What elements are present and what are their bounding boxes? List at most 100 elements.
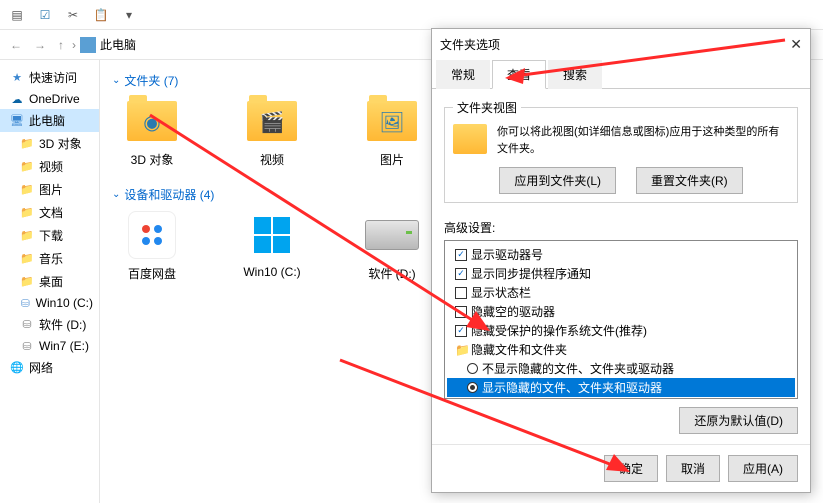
restore-defaults-button[interactable]: 还原为默认值(D) (679, 407, 798, 434)
sidebar-icon: ★ (10, 71, 24, 85)
sidebar-icon: 🖥 (10, 114, 24, 128)
folder-item-2[interactable]: 🖼图片 (352, 97, 432, 168)
folder-options-dialog: 文件夹选项 ✕ 常规查看搜索 文件夹视图 你可以将此视图(如详细信息或图标)应用… (431, 28, 811, 493)
tree-item-7[interactable]: 显示隐藏的文件、文件夹和驱动器 (447, 378, 795, 397)
tree-label: 显示隐藏的文件、文件夹和驱动器 (482, 379, 662, 396)
tree-label: 显示同步提供程序通知 (471, 265, 591, 282)
apply-to-folders-button[interactable]: 应用到文件夹(L) (499, 167, 616, 194)
tab-1[interactable]: 查看 (492, 60, 546, 89)
apply-button[interactable]: 应用(A) (728, 455, 798, 482)
item-label: 3D 对象 (131, 151, 174, 168)
checkbox-icon[interactable]: ✓ (455, 268, 467, 280)
sidebar-item-11[interactable]: ⛁ 软件 (D:) (0, 313, 99, 336)
sidebar-label: Win10 (C:) (36, 296, 93, 310)
dialog-titlebar: 文件夹选项 ✕ (432, 29, 810, 59)
tree-item-6[interactable]: 不显示隐藏的文件、文件夹或驱动器 (447, 359, 795, 378)
drive-icon (363, 211, 421, 259)
sidebar-label: 文档 (39, 204, 63, 221)
tree-label: 隐藏文件夹合并冲突 (471, 398, 579, 399)
tab-2[interactable]: 搜索 (548, 60, 602, 89)
windows-icon (243, 211, 301, 259)
item-label: 视频 (260, 151, 284, 168)
sidebar-label: 快速访问 (29, 69, 77, 86)
sidebar-item-2[interactable]: 🖥 此电脑 (0, 109, 99, 132)
sidebar-item-9[interactable]: 📁 桌面 (0, 270, 99, 293)
item-label: Win10 (C:) (243, 265, 300, 279)
item-label: 软件 (D:) (368, 265, 415, 282)
drive-item-1[interactable]: Win10 (C:) (232, 211, 312, 282)
folder-view-icon (453, 124, 487, 154)
tree-item-8[interactable]: 隐藏文件夹合并冲突 (447, 397, 795, 399)
sidebar-item-7[interactable]: 📁下载 (0, 224, 99, 247)
cancel-button[interactable]: 取消 (666, 455, 720, 482)
tree-item-3[interactable]: 隐藏空的驱动器 (447, 302, 795, 321)
sidebar-label: 软件 (D:) (39, 316, 86, 333)
tab-0[interactable]: 常规 (436, 60, 490, 89)
copy-icon[interactable]: ✂ (62, 4, 84, 26)
paste-icon[interactable]: 📋 (90, 4, 112, 26)
tree-item-4[interactable]: ✓ 隐藏受保护的操作系统文件(推荐) (447, 321, 795, 340)
sidebar-icon: 📁 (20, 183, 34, 197)
file-menu-icon[interactable]: ▤ (6, 4, 28, 26)
checkbox-icon[interactable] (455, 287, 467, 299)
sidebar-item-10[interactable]: ⛁ Win10 (C:) (0, 293, 99, 313)
folder-icon: 🎬 (253, 109, 291, 135)
addr-sep: › (72, 38, 76, 52)
folder-node-icon: 📁 (455, 343, 467, 357)
sidebar-item-0[interactable]: ★ 快速访问 (0, 66, 99, 89)
advanced-label: 高级设置: (444, 219, 798, 236)
checkbox-icon[interactable]: ✓ (455, 325, 467, 337)
ok-button[interactable]: 确定 (604, 455, 658, 482)
checkbox-icon[interactable] (455, 306, 467, 318)
sidebar-item-12[interactable]: ⛁Win7 (E:) (0, 336, 99, 356)
sidebar-icon: 📁 (20, 137, 34, 151)
tree-item-5[interactable]: 📁 隐藏文件和文件夹 (447, 340, 795, 359)
forward-icon[interactable]: → (30, 38, 50, 52)
sidebar-item-4[interactable]: 📁视频 (0, 155, 99, 178)
sidebar-label: 音乐 (39, 250, 63, 267)
props-icon[interactable]: ☑ (34, 4, 56, 26)
pc-icon (80, 37, 96, 53)
sidebar-icon: 🌐 (10, 361, 24, 375)
up-icon[interactable]: ↑ (54, 38, 68, 52)
sidebar-item-1[interactable]: ☁OneDrive (0, 89, 99, 109)
tree-item-1[interactable]: ✓ 显示同步提供程序通知 (447, 264, 795, 283)
sidebar-item-6[interactable]: 📁文档 (0, 201, 99, 224)
folder-item-1[interactable]: 🎬 视频 (232, 97, 312, 168)
sidebar-item-5[interactable]: 📁 图片 (0, 178, 99, 201)
sidebar-label: 此电脑 (29, 112, 65, 129)
tree-label: 隐藏文件和文件夹 (471, 341, 567, 358)
folder-item-0[interactable]: ◉3D 对象 (112, 97, 192, 168)
dialog-footer: 确定 取消 应用(A) (432, 444, 810, 492)
tree-label: 隐藏受保护的操作系统文件(推荐) (471, 322, 647, 339)
close-icon[interactable]: ✕ (790, 36, 802, 53)
checkbox-icon[interactable]: ✓ (455, 249, 467, 261)
sidebar-icon: ⛁ (20, 296, 31, 310)
radio-icon[interactable] (467, 382, 478, 393)
radio-icon[interactable] (467, 363, 478, 374)
sidebar-item-8[interactable]: 📁 音乐 (0, 247, 99, 270)
tree-item-0[interactable]: ✓显示驱动器号 (447, 245, 795, 264)
advanced-settings-tree[interactable]: ✓显示驱动器号✓显示同步提供程序通知显示状态栏隐藏空的驱动器✓隐藏受保护的操作系… (444, 240, 798, 399)
tree-label: 显示状态栏 (471, 284, 531, 301)
sidebar-label: 桌面 (39, 273, 63, 290)
back-icon[interactable]: ← (6, 38, 26, 52)
sidebar-icon: ⛁ (20, 318, 34, 332)
item-label: 百度网盘 (128, 265, 176, 282)
tree-item-2[interactable]: 显示状态栏 (447, 283, 795, 302)
item-label: 图片 (380, 151, 404, 168)
address-text[interactable]: 此电脑 (100, 36, 136, 53)
sidebar-item-3[interactable]: 📁 3D 对象 (0, 132, 99, 155)
sidebar-icon: 📁 (20, 252, 34, 266)
drive-item-2[interactable]: 软件 (D:) (352, 211, 432, 282)
sidebar-label: 下载 (39, 227, 63, 244)
window-toolbar: ▤ ☑ ✂ 📋 ▾ (0, 0, 823, 30)
toolbar-dropdown-icon[interactable]: ▾ (118, 4, 140, 26)
reset-folders-button[interactable]: 重置文件夹(R) (636, 167, 743, 194)
sidebar-icon: 📁 (20, 275, 34, 289)
sidebar-item-13[interactable]: 🌐网络 (0, 356, 99, 379)
sidebar-label: 3D 对象 (39, 135, 82, 152)
sidebar-label: 图片 (39, 181, 63, 198)
folder-view-fieldset: 文件夹视图 你可以将此视图(如详细信息或图标)应用于这种类型的所有文件夹。 应用… (444, 99, 798, 203)
drive-item-0[interactable]: 百度网盘 (112, 211, 192, 282)
